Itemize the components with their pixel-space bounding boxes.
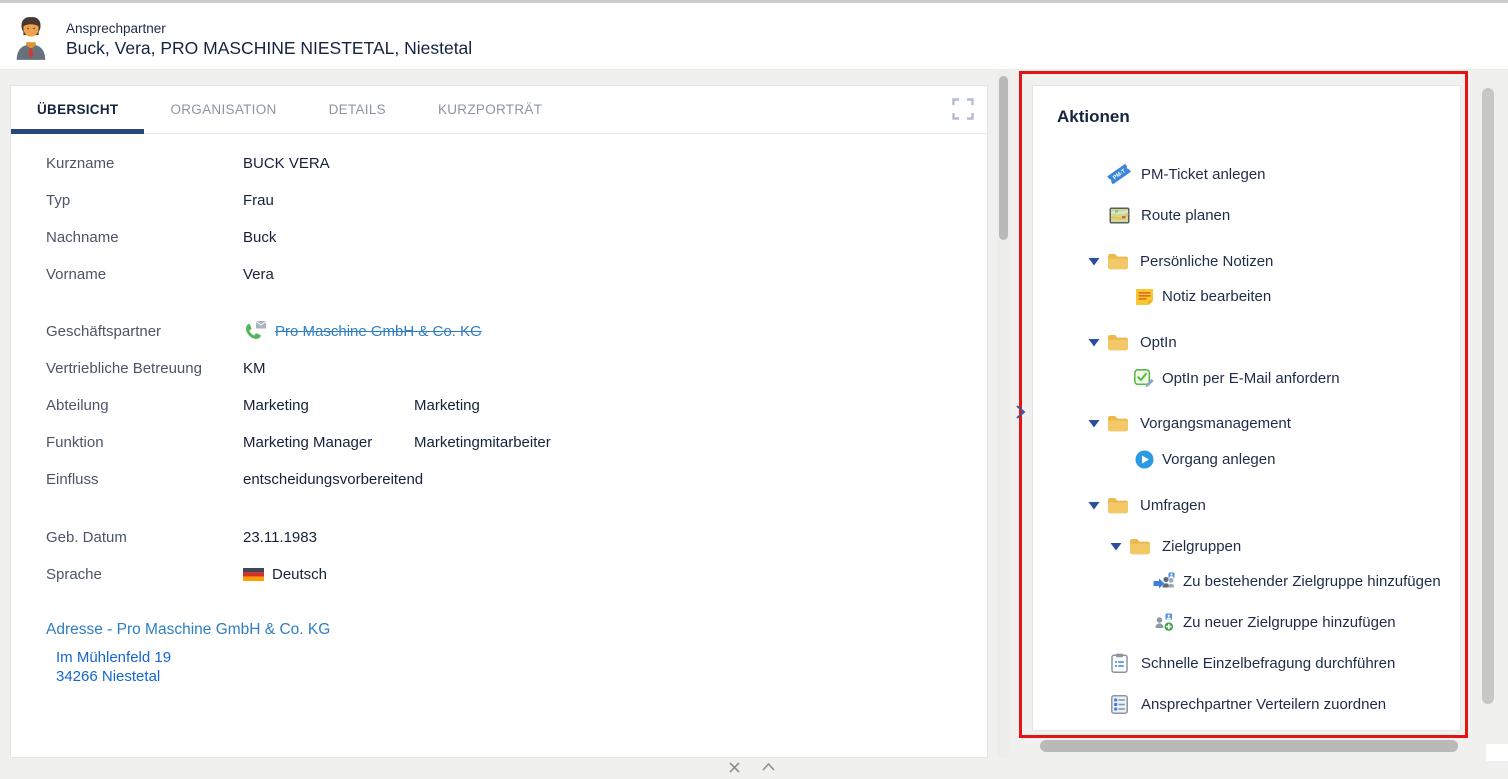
field-value: Marketing Manager: [243, 434, 414, 451]
folder-icon: [1107, 253, 1129, 270]
field-value: Marketing: [243, 397, 414, 414]
horizontal-scrollbar-thumb[interactable]: [1040, 740, 1458, 752]
field-value: Deutsch: [272, 566, 327, 583]
address-city[interactable]: 34266 Niestetal: [56, 667, 987, 686]
actions-scrollbar-thumb[interactable]: [1482, 88, 1494, 704]
action-item-route-planen[interactable]: Route planen: [1033, 200, 1460, 230]
field-label: Geschäftspartner: [46, 323, 243, 340]
field-row: Abteilung MarketingMarketing: [46, 390, 987, 420]
address-title-link[interactable]: Adresse - Pro Maschine GmbH & Co. KG: [46, 621, 987, 639]
field-row: Geschäftspartner Pro Maschine GmbH & Co.…: [46, 316, 987, 346]
tab-details[interactable]: DETAILS: [303, 86, 412, 133]
field-label: Vorname: [46, 266, 243, 283]
tab-uebersicht[interactable]: ÜBERSICHT: [11, 86, 144, 133]
field-label: Nachname: [46, 229, 243, 246]
fullscreen-expand-icon[interactable]: [952, 98, 974, 120]
businessman-avatar-icon: [12, 16, 50, 60]
contact-overview-card: ÜBERSICHT ORGANISATION DETAILS KURZPORTR…: [10, 85, 988, 758]
field-label: Abteilung: [46, 397, 243, 414]
optin-check-icon: [1134, 369, 1154, 388]
actions-panel: Aktionen PM-T PM-Ticket anlegen: [1032, 85, 1461, 731]
german-flag-icon: [243, 568, 264, 581]
field-row: TypFrau: [46, 185, 987, 215]
field-row: Einflussentscheidungsvorbereitend: [46, 464, 987, 494]
field-value: KM: [243, 360, 266, 377]
add-to-existing-group-icon: [1153, 572, 1175, 590]
entity-type-label: Ansprechpartner: [66, 20, 472, 37]
address-block: Adresse - Pro Maschine GmbH & Co. KG Im …: [46, 621, 987, 686]
overview-fields: KurznameBUCK VERA TypFrau NachnameBuck V…: [11, 134, 987, 686]
field-row: VornameVera: [46, 259, 987, 289]
close-bottom-panel-icon[interactable]: [728, 761, 741, 779]
page-title: Buck, Vera, PRO MASCHINE NIESTETAL, Nies…: [66, 37, 472, 60]
folder-icon: [1107, 497, 1129, 514]
expand-bottom-panel-icon[interactable]: [761, 761, 776, 779]
panel-collapse-chevron-icon[interactable]: [1015, 403, 1026, 426]
field-label: Vertriebliche Betreuung: [46, 360, 243, 377]
action-item-pm-ticket[interactable]: PM-T PM-Ticket anlegen: [1033, 159, 1460, 189]
folder-icon: [1129, 538, 1151, 555]
field-value: Vera: [243, 266, 274, 283]
field-row: Sprache Deutsch: [46, 559, 987, 589]
action-folder-optin[interactable]: OptIn: [1033, 327, 1460, 357]
main-scrollbar-thumb[interactable]: [999, 76, 1008, 240]
actions-panel-title: Aktionen: [1057, 107, 1460, 127]
play-icon: [1134, 450, 1154, 469]
folder-icon: [1107, 334, 1129, 351]
distribution-list-icon: [1107, 695, 1131, 714]
field-value-2: Marketingmitarbeiter: [414, 434, 551, 451]
action-item-verteilern-zuordnen[interactable]: Ansprechpartner Verteilern zuordnen: [1033, 689, 1460, 719]
action-item-schnelle-einzelbefragung[interactable]: Schnelle Einzelbefragung durchführen: [1033, 648, 1460, 678]
field-value: 23.11.1983: [243, 529, 317, 546]
survey-clipboard-icon: [1107, 653, 1131, 673]
pm-ticket-icon: PM-T: [1107, 163, 1131, 185]
action-item-zu-bestehender-zielgruppe[interactable]: Zu bestehender Zielgruppe hinzufügen: [1033, 566, 1460, 596]
action-folder-zielgruppen[interactable]: Zielgruppen: [1033, 531, 1460, 561]
scrollbar-corner: [1486, 744, 1508, 761]
field-value: Buck: [243, 229, 276, 246]
field-value: entscheidungsvorbereitend: [243, 471, 423, 488]
field-label: Funktion: [46, 434, 243, 451]
action-folder-persoenliche-notizen[interactable]: Persönliche Notizen: [1033, 246, 1460, 276]
tab-bar: ÜBERSICHT ORGANISATION DETAILS KURZPORTR…: [11, 86, 987, 134]
field-row: KurznameBUCK VERA: [46, 148, 987, 178]
note-icon: [1134, 287, 1154, 306]
action-item-optin-anfordern[interactable]: OptIn per E-Mail anfordern: [1033, 363, 1460, 393]
bottom-panel-controls: [728, 761, 776, 779]
field-row: Funktion Marketing ManagerMarketingmitar…: [46, 427, 987, 457]
collapse-triangle-icon[interactable]: [1088, 257, 1101, 266]
field-row: Geb. Datum23.11.1983: [46, 522, 987, 552]
action-folder-vorgangsmanagement[interactable]: Vorgangsmanagement: [1033, 408, 1460, 438]
collapse-triangle-icon[interactable]: [1088, 419, 1101, 428]
add-to-new-group-icon: [1153, 613, 1175, 632]
action-folder-umfragen[interactable]: Umfragen: [1033, 490, 1460, 520]
action-item-vorgang-anlegen[interactable]: Vorgang anlegen: [1033, 444, 1460, 474]
action-item-zu-neuer-zielgruppe[interactable]: Zu neuer Zielgruppe hinzufügen: [1033, 607, 1460, 637]
actions-tree: PM-T PM-Ticket anlegen Route planen: [1033, 159, 1460, 719]
field-label: Sprache: [46, 566, 243, 583]
field-value-2: Marketing: [414, 397, 480, 414]
collapse-triangle-icon[interactable]: [1110, 542, 1123, 551]
route-map-icon: [1107, 207, 1131, 224]
address-street[interactable]: Im Mühlenfeld 19: [56, 648, 987, 667]
field-label: Einfluss: [46, 471, 243, 488]
field-value: Frau: [243, 192, 274, 209]
field-row: Vertriebliche BetreuungKM: [46, 353, 987, 383]
field-row: NachnameBuck: [46, 222, 987, 252]
record-header: Ansprechpartner Buck, Vera, PRO MASCHINE…: [0, 3, 1508, 70]
field-label: Typ: [46, 192, 243, 209]
business-partner-link[interactable]: Pro Maschine GmbH & Co. KG: [275, 323, 482, 340]
collapse-triangle-icon[interactable]: [1088, 501, 1101, 510]
field-value: BUCK VERA: [243, 155, 330, 172]
action-item-notiz-bearbeiten[interactable]: Notiz bearbeiten: [1033, 281, 1460, 311]
tab-kurzportraet[interactable]: KURZPORTRÄT: [412, 86, 568, 133]
tab-organisation[interactable]: ORGANISATION: [144, 86, 302, 133]
collapse-triangle-icon[interactable]: [1088, 338, 1101, 347]
folder-icon: [1107, 415, 1129, 432]
phone-mail-icon[interactable]: [243, 321, 267, 342]
field-label: Geb. Datum: [46, 529, 243, 546]
field-label: Kurzname: [46, 155, 243, 172]
